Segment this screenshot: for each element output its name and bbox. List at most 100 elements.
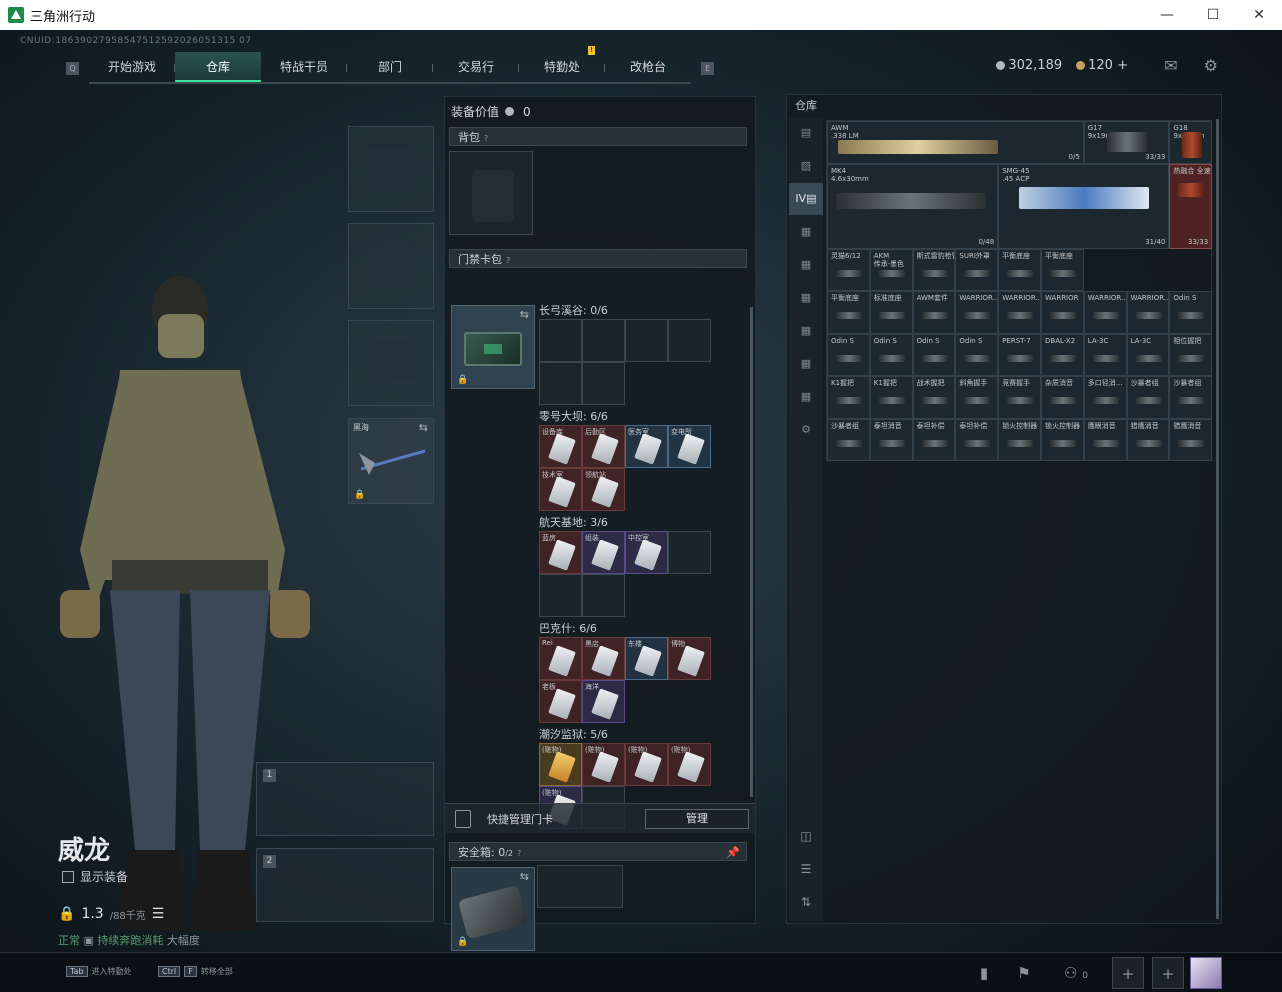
sidebar-tab-3[interactable]: ▦ xyxy=(789,216,823,248)
warehouse-attachment-item[interactable]: 多口径消... xyxy=(1083,376,1127,419)
warehouse-attachment-item[interactable]: 平衡底座 xyxy=(998,248,1041,291)
close-button[interactable]: ✕ xyxy=(1236,0,1282,30)
keycard-item[interactable]: 医务室 xyxy=(625,425,668,468)
list-icon[interactable]: ☰ xyxy=(152,906,165,922)
keycard-empty-cell[interactable] xyxy=(582,574,625,617)
warehouse-attachment-item[interactable]: 泰坦补偿 xyxy=(955,418,999,461)
warehouse-attachment-item[interactable]: LA-3C xyxy=(1126,333,1170,376)
friends-icon[interactable]: ⚇ 0 xyxy=(1048,957,1104,989)
helmet-slot[interactable] xyxy=(348,126,434,212)
warehouse-attachment-item[interactable]: K1握把 xyxy=(827,376,870,419)
hint-transfer-all[interactable]: Ctrl F 转移全部 xyxy=(158,966,233,977)
warehouse-attachment-item[interactable]: 锁火控制器 xyxy=(1041,418,1084,461)
primary-weapon-slot-2[interactable]: 2 xyxy=(256,848,434,922)
flag-icon[interactable]: ⚑ xyxy=(1008,957,1040,989)
warehouse-attachment-item[interactable]: 平衡底座 xyxy=(827,291,870,334)
keycard-item[interactable]: 设备库 xyxy=(539,425,582,468)
safebox-grid[interactable] xyxy=(537,865,623,908)
warehouse-attachment-item[interactable]: 泰坦消音 xyxy=(869,418,913,461)
keycard-empty-cell[interactable] xyxy=(539,574,582,617)
sidebar-tab-weapons[interactable]: IV▤ xyxy=(789,183,823,215)
mail-icon[interactable]: ✉ xyxy=(1164,56,1177,75)
warehouse-attachment-item[interactable]: WARRIOR.. xyxy=(1083,291,1127,334)
warehouse-attachment-item[interactable]: SURI外罩 xyxy=(955,248,999,291)
warehouse-attachment-item[interactable]: AWM套件 xyxy=(912,291,956,334)
warehouse-weapon-item[interactable]: G189x19mm xyxy=(1169,121,1213,164)
sidebar-all-icon[interactable]: ▤ xyxy=(789,117,823,149)
sidebar-tab-4[interactable]: ▦ xyxy=(789,249,823,281)
tab-4[interactable]: 交易行 xyxy=(433,52,519,82)
tab-3[interactable]: 部门 xyxy=(347,52,433,82)
warehouse-attachment-item[interactable]: AKM 传承·墨色 xyxy=(869,248,913,291)
warehouse-attachment-item[interactable]: 竞赛握手 xyxy=(998,376,1041,419)
warehouse-attachment-item[interactable]: Odin S xyxy=(912,333,956,376)
keycard-item[interactable]: (赃物) xyxy=(668,743,711,786)
warehouse-attachment-item[interactable]: WARRIOR.. xyxy=(1126,291,1170,334)
swap-icon[interactable]: ⇆ xyxy=(520,308,529,321)
keycard-item[interactable]: 组装 xyxy=(582,531,625,574)
sidebar-settings-icon[interactable]: ⚙ xyxy=(789,414,823,446)
sidebar-tab-5[interactable]: ▦ xyxy=(789,282,823,314)
maximize-button[interactable]: ☐ xyxy=(1190,0,1236,30)
warehouse-weapon-item[interactable]: AWM .338 LM 0/5 xyxy=(827,121,1084,164)
sidebar-tab-6[interactable]: ▦ xyxy=(789,315,823,347)
armor-slot[interactable] xyxy=(348,223,434,309)
keycard-item[interactable]: 博物 xyxy=(668,637,711,680)
keycard-empty-cell[interactable] xyxy=(539,319,582,362)
keycard-item[interactable]: 蓝房 xyxy=(539,531,582,574)
warehouse-attachment-item[interactable]: DBAL-X2 xyxy=(1041,333,1084,376)
warehouse-attachment-item[interactable]: LA-3C xyxy=(1083,333,1127,376)
warehouse-scrollbar[interactable] xyxy=(1216,119,1219,919)
transfer-icon[interactable]: ⇅ xyxy=(789,886,823,918)
warehouse-attachment-item[interactable]: 相位握把 xyxy=(1169,333,1213,376)
keycard-item[interactable]: 海洋 xyxy=(582,680,625,723)
sidebar-tab-7[interactable]: ▦ xyxy=(789,348,823,380)
warehouse-weapon-item[interactable]: SMG-45.45 ACP 31/40 xyxy=(998,163,1170,249)
warehouse-attachment-item[interactable]: Odin S xyxy=(869,333,913,376)
warehouse-attachment-item[interactable]: 斯式雷豹枪管 xyxy=(912,248,956,291)
keycard-item[interactable]: 变电所 xyxy=(668,425,711,468)
nav-prev-key[interactable]: Q xyxy=(66,61,79,75)
keycard-item[interactable]: 东楼 xyxy=(625,637,668,680)
hint-enter-special[interactable]: Tab 进入特勤处 xyxy=(66,966,132,977)
tab-1[interactable]: 仓库 xyxy=(175,52,261,82)
warehouse-attachment-item[interactable]: PERST-7 xyxy=(998,333,1041,376)
sidebar-tab-8[interactable]: ▦ xyxy=(789,381,823,413)
tab-0[interactable]: 开始游戏 xyxy=(89,52,175,82)
warehouse-attachment-item[interactable]: WARRIOR.. xyxy=(955,291,999,334)
warehouse-attachment-item[interactable]: 沙暴者组 xyxy=(1126,376,1170,419)
warehouse-weapon-item[interactable]: 热融合 全速 33/33 xyxy=(1169,163,1213,249)
melee-slot[interactable]: 黑海 ⇆ 🔒 xyxy=(348,418,434,504)
gold-currency[interactable]: 120 + xyxy=(1076,58,1128,73)
keycard-empty-cell[interactable] xyxy=(668,531,711,574)
keycard-item[interactable]: 黑店 xyxy=(582,637,625,680)
keycard-empty-cell[interactable] xyxy=(625,319,668,362)
stats-icon[interactable]: ▮ xyxy=(968,957,1000,989)
pistol-slot[interactable] xyxy=(348,320,434,406)
warehouse-attachment-item[interactable]: Odin S xyxy=(955,333,999,376)
keycard-item[interactable]: (赃物) xyxy=(625,743,668,786)
keycard-item[interactable]: 领航站 xyxy=(582,468,625,511)
warehouse-attachment-item[interactable]: 战术握把 xyxy=(912,376,956,419)
checkbox[interactable] xyxy=(62,870,74,883)
swap-icon[interactable]: ⇆ xyxy=(520,870,529,883)
tab-2[interactable]: 特战干员 xyxy=(261,52,347,82)
pin-icon[interactable]: 📌 xyxy=(726,843,740,862)
keycard-item[interactable]: (赃物) xyxy=(582,743,625,786)
warehouse-attachment-item[interactable]: 标准底座 xyxy=(869,291,913,334)
warehouse-attachment-item[interactable]: 杂质消音 xyxy=(1041,376,1084,419)
nav-next-key[interactable]: E xyxy=(701,61,714,75)
sidebar-tab-1[interactable]: ▧ xyxy=(789,150,823,182)
warehouse-attachment-item[interactable]: 猎鹰消音 xyxy=(1169,418,1213,461)
warehouse-attachment-item[interactable]: WARRIOR xyxy=(1041,291,1084,334)
sort-icon[interactable]: ◫ xyxy=(789,820,823,852)
warehouse-attachment-item[interactable]: Odin S xyxy=(827,333,870,376)
warehouse-attachment-item[interactable]: 猎鹰消音 xyxy=(1126,418,1170,461)
keycard-empty-cell[interactable] xyxy=(582,362,625,405)
warehouse-attachment-item[interactable]: 沙暴者组 xyxy=(1169,376,1213,419)
invite-slot-1[interactable]: + xyxy=(1112,957,1144,989)
swap-icon[interactable]: ⇆ xyxy=(419,421,428,434)
keycard-item[interactable]: 老板 xyxy=(539,680,582,723)
warehouse-attachment-item[interactable]: 斜角握手 xyxy=(955,376,999,419)
warehouse-attachment-item[interactable]: Odin S xyxy=(1169,291,1213,334)
